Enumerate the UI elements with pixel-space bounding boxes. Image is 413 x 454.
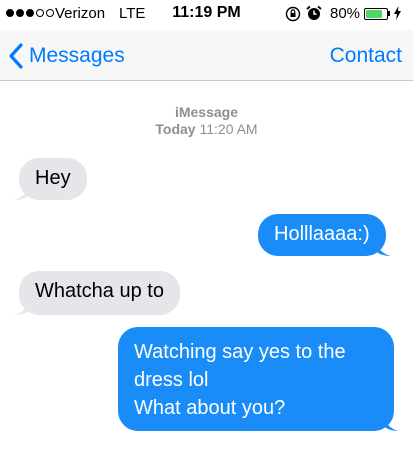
bubble-tail: [385, 415, 399, 431]
message-text-line: dress lol: [134, 369, 209, 391]
message-text-line: Watching say yes to the: [134, 341, 346, 363]
message-text-line: What about you?: [134, 397, 286, 419]
contact-button[interactable]: Contact: [330, 42, 402, 70]
bubble-tail: [14, 184, 28, 200]
outgoing-message-bubble[interactable]: Watching say yes to the dress lol What a…: [118, 327, 399, 431]
bubble-tail: [14, 299, 28, 315]
message-text: Hey: [35, 167, 71, 189]
service-label: iMessage: [174, 104, 239, 120]
message-text: Holllaaaa:): [274, 223, 370, 245]
message-text: Whatcha up to: [35, 280, 164, 302]
charging-bolt-icon: [394, 6, 401, 20]
thread-header: iMessage Today 11:20 AM: [0, 104, 413, 138]
back-button-label: Messages: [29, 44, 125, 67]
outgoing-message-bubble[interactable]: Holllaaaa:): [258, 214, 391, 256]
battery-icon: [364, 8, 388, 20]
incoming-message-bubble[interactable]: Whatcha up to: [14, 271, 180, 315]
orientation-lock-icon: [285, 6, 301, 22]
incoming-message-bubble[interactable]: Hey: [14, 158, 87, 200]
messages-screen: Verizon LTE 11:19 PM 80% Messages Contac…: [0, 0, 413, 454]
navigation-bar: Messages Contact: [0, 30, 413, 81]
time-label: 11:20 AM: [199, 121, 258, 137]
date-label: Today: [155, 121, 196, 137]
battery-percent: 80%: [330, 5, 361, 22]
status-bar: Verizon LTE 11:19 PM 80%: [0, 0, 413, 30]
thread-timestamp: Today 11:20 AM: [0, 121, 413, 138]
back-chevron-icon: [9, 43, 23, 69]
bubble-tail: [376, 240, 391, 256]
back-to-messages-button[interactable]: Messages: [8, 42, 125, 70]
alarm-clock-icon: [306, 5, 322, 20]
